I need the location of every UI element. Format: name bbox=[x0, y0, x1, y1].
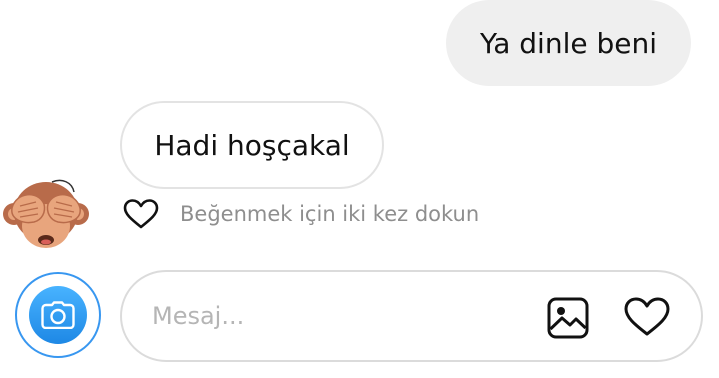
message-composer bbox=[120, 270, 703, 362]
message-input[interactable] bbox=[152, 298, 522, 334]
like-button[interactable] bbox=[621, 294, 673, 340]
sent-message-text: Ya dinle beni bbox=[479, 26, 658, 60]
received-message-text: Hadi hoşçakal bbox=[154, 128, 350, 162]
sent-message-bubble[interactable]: Ya dinle beni bbox=[446, 0, 691, 86]
sender-avatar[interactable] bbox=[2, 170, 90, 258]
heart-outline-icon[interactable] bbox=[122, 198, 160, 230]
double-tap-hint: Beğenmek için iki kez dokun bbox=[180, 202, 480, 226]
see-no-evil-monkey-icon bbox=[3, 179, 89, 248]
camera-icon bbox=[41, 301, 75, 329]
heart-outline-icon bbox=[624, 297, 670, 336]
gallery-button[interactable] bbox=[546, 296, 590, 340]
image-gallery-icon bbox=[547, 297, 589, 339]
double-tap-like-row: Beğenmek için iki kez dokun bbox=[122, 196, 479, 232]
received-message-bubble[interactable]: Hadi hoşçakal bbox=[120, 101, 384, 189]
direct-message-thread: Ya dinle beni Hadi hoşçakal Beğenmek içi… bbox=[0, 0, 719, 378]
camera-button[interactable] bbox=[15, 272, 101, 358]
camera-icon-circle bbox=[29, 286, 87, 344]
